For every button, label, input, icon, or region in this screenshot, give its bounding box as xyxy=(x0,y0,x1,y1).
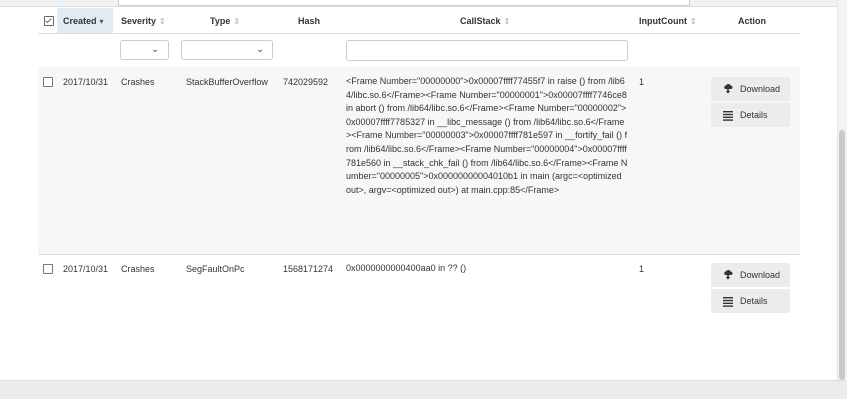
row-checkbox[interactable] xyxy=(43,264,53,274)
column-header-callstack-label: CallStack xyxy=(460,16,501,26)
column-header-type-label: Type xyxy=(210,16,231,26)
cell-created: 2017/10/31 xyxy=(63,264,109,274)
cell-inputcount: 1 xyxy=(639,77,645,87)
sort-icon: ⇕ xyxy=(233,17,241,26)
column-header-action: Action xyxy=(738,16,766,26)
page-footer xyxy=(0,380,847,399)
cell-hash: 742029592 xyxy=(283,77,329,87)
cell-severity: Crashes xyxy=(121,77,155,87)
severity-filter-select[interactable]: ⌄ xyxy=(120,40,169,60)
cell-type: StackBufferOverflow xyxy=(186,77,268,87)
list-icon xyxy=(723,111,733,121)
callstack-filter-input[interactable] xyxy=(346,40,628,61)
column-header-action-label: Action xyxy=(738,16,766,26)
column-header-severity[interactable]: Severity ⇕ xyxy=(121,16,166,26)
column-header-created[interactable]: Created ▾ xyxy=(63,16,104,26)
select-all-checkbox[interactable] xyxy=(44,16,54,26)
type-filter-select[interactable]: ⌄ xyxy=(181,40,273,60)
column-header-inputcount-label: InputCount xyxy=(639,16,687,26)
scrollbar-thumb[interactable] xyxy=(839,130,845,380)
sort-desc-icon: ▾ xyxy=(99,17,104,26)
column-header-severity-label: Severity xyxy=(121,16,157,26)
details-button-label: Details xyxy=(740,110,768,120)
details-button[interactable]: Details xyxy=(711,289,790,313)
column-header-hash: Hash xyxy=(298,16,320,26)
download-button-label: Download xyxy=(740,84,781,94)
row-checkbox[interactable] xyxy=(43,77,53,87)
column-header-inputcount[interactable]: InputCount ⇕ xyxy=(639,16,697,26)
sort-icon: ⇕ xyxy=(689,17,697,26)
browser-toolbar xyxy=(0,0,847,7)
row-divider xyxy=(38,254,800,255)
cell-hash: 1568171274 xyxy=(283,264,334,274)
download-button-label: Download xyxy=(740,270,781,280)
download-button[interactable]: Download xyxy=(711,77,790,101)
cell-callstack: <Frame Number="00000000">0x00007ffff7745… xyxy=(346,76,628,195)
list-icon xyxy=(723,297,733,307)
column-header-callstack[interactable]: CallStack ⇕ xyxy=(460,16,510,26)
cell-type: SegFaultOnPc xyxy=(186,264,245,274)
details-button-label: Details xyxy=(740,296,768,306)
cell-created: 2017/10/31 xyxy=(63,77,109,87)
details-button[interactable]: Details xyxy=(711,103,790,127)
chevron-down-icon: ⌄ xyxy=(151,44,160,55)
cell-severity: Crashes xyxy=(121,264,155,274)
sort-icon: ⇕ xyxy=(159,17,166,26)
address-bar[interactable] xyxy=(118,0,690,6)
column-header-hash-label: Hash xyxy=(298,16,321,26)
column-header-type[interactable]: Type ⇕ xyxy=(210,16,240,26)
cloud-download-icon xyxy=(724,83,733,94)
cloud-download-icon xyxy=(724,269,733,280)
cell-inputcount: 1 xyxy=(639,264,645,274)
header-divider xyxy=(38,33,800,34)
download-button[interactable]: Download xyxy=(711,263,790,287)
column-header-created-label: Created xyxy=(63,16,97,26)
cell-callstack: 0x0000000000400aa0 in ?? () xyxy=(346,263,467,273)
sort-icon: ⇕ xyxy=(503,17,511,26)
chevron-down-icon: ⌄ xyxy=(256,44,265,55)
